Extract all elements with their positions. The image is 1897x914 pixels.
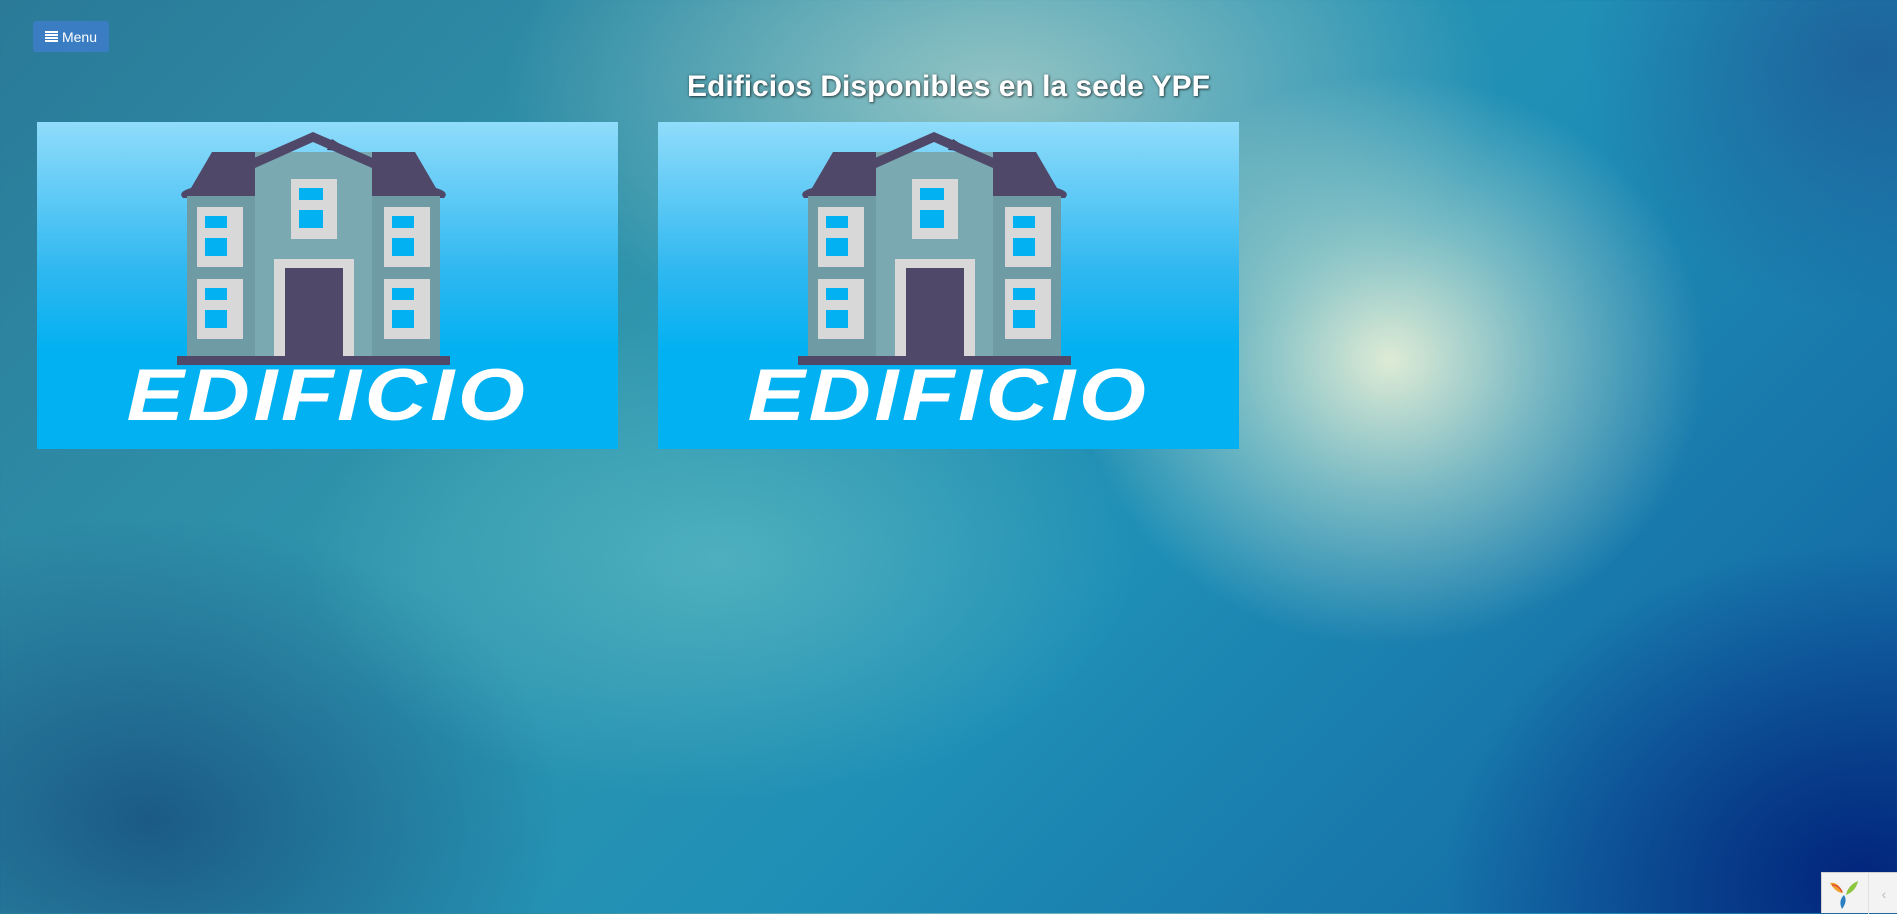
yii-logo-icon[interactable]: [1828, 879, 1860, 909]
page-title: Edificios Disponibles en la sede YPF: [687, 70, 1210, 103]
toolbar-toggle[interactable]: ‹: [1868, 873, 1897, 914]
debug-toolbar: ‹: [1821, 872, 1897, 914]
building-icon: [177, 132, 450, 365]
building-card-1[interactable]: EDIFICIO: [37, 122, 618, 449]
building-card-2[interactable]: EDIFICIO: [658, 122, 1239, 449]
list-icon: [44, 31, 58, 42]
building-card-label: EDIFICIO: [747, 355, 1150, 436]
menu-button[interactable]: Menu: [33, 21, 109, 52]
building-icon: [798, 132, 1071, 365]
menu-label: Menu: [61, 28, 98, 45]
building-card-label: EDIFICIO: [126, 355, 529, 436]
